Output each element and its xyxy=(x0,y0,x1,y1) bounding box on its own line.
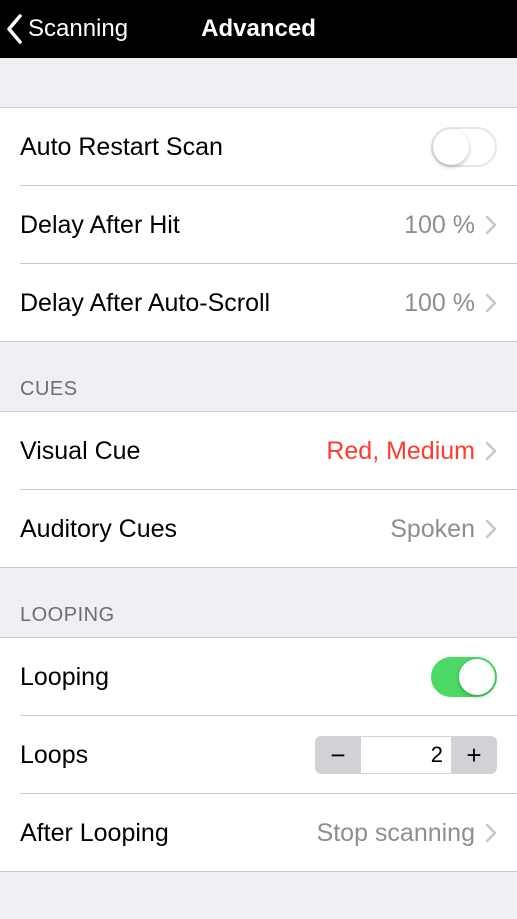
row-label: Auditory Cues xyxy=(20,515,390,544)
nav-bar: Scanning Advanced xyxy=(0,0,517,58)
back-button[interactable]: Scanning xyxy=(6,14,128,44)
switch-knob xyxy=(433,129,469,165)
section-header-looping: LOOPING xyxy=(0,568,517,638)
chevron-right-icon xyxy=(485,215,497,235)
row-value: Red, Medium xyxy=(326,437,475,466)
row-value: Spoken xyxy=(390,515,475,544)
page-title: Advanced xyxy=(201,15,316,43)
row-label: Visual Cue xyxy=(20,437,326,466)
row-value: 100 % xyxy=(404,289,475,318)
row-label: Delay After Hit xyxy=(20,211,404,240)
chevron-left-icon xyxy=(6,14,24,44)
row-label: Auto Restart Scan xyxy=(20,133,431,162)
row-looping[interactable]: Looping xyxy=(0,638,517,716)
switch-auto-restart[interactable] xyxy=(431,127,497,167)
row-auto-restart[interactable]: Auto Restart Scan xyxy=(0,108,517,186)
chevron-right-icon xyxy=(485,293,497,313)
row-loops: Loops − 2 + xyxy=(0,716,517,794)
group-general: Auto Restart Scan Delay After Hit 100 % … xyxy=(0,108,517,342)
switch-looping[interactable] xyxy=(431,657,497,697)
row-label: Loops xyxy=(20,741,315,770)
loops-stepper: − 2 + xyxy=(315,736,497,774)
stepper-value: 2 xyxy=(361,736,451,774)
section-spacer xyxy=(0,58,517,108)
group-cues: Visual Cue Red, Medium Auditory Cues Spo… xyxy=(0,412,517,568)
row-after-looping[interactable]: After Looping Stop scanning xyxy=(0,794,517,872)
row-delay-after-autoscroll[interactable]: Delay After Auto-Scroll 100 % xyxy=(0,264,517,342)
stepper-plus-button[interactable]: + xyxy=(451,736,497,774)
row-auditory-cues[interactable]: Auditory Cues Spoken xyxy=(0,490,517,568)
row-label: After Looping xyxy=(20,819,317,848)
row-label: Delay After Auto-Scroll xyxy=(20,289,404,318)
switch-knob xyxy=(459,659,495,695)
section-header-cues: CUES xyxy=(0,342,517,412)
back-label: Scanning xyxy=(28,15,128,43)
chevron-right-icon xyxy=(485,519,497,539)
chevron-right-icon xyxy=(485,441,497,461)
row-visual-cue[interactable]: Visual Cue Red, Medium xyxy=(0,412,517,490)
row-value: 100 % xyxy=(404,211,475,240)
row-delay-after-hit[interactable]: Delay After Hit 100 % xyxy=(0,186,517,264)
row-label: Looping xyxy=(20,663,431,692)
stepper-minus-button[interactable]: − xyxy=(315,736,361,774)
chevron-right-icon xyxy=(485,823,497,843)
row-value: Stop scanning xyxy=(317,819,475,848)
group-looping: Looping Loops − 2 + After Looping Stop s… xyxy=(0,638,517,872)
